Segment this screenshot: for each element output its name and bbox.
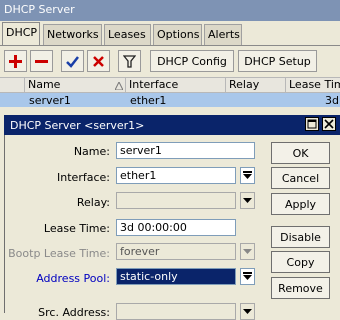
enable-button[interactable] xyxy=(61,50,84,72)
column-label-lease-time: Lease Tim xyxy=(289,78,340,91)
src-address-field[interactable] xyxy=(116,303,236,320)
copy-button[interactable]: Copy xyxy=(271,251,330,273)
column-label-name: Name xyxy=(28,78,61,91)
name-label: Name: xyxy=(73,145,110,158)
interface-label: Interface: xyxy=(57,171,110,184)
chevron-down-icon xyxy=(243,171,252,179)
window-title: DHCP Server xyxy=(0,0,340,21)
filter-icon xyxy=(123,54,136,68)
tab-leases[interactable]: Leases xyxy=(104,24,151,45)
lease-time-label: Lease Time: xyxy=(43,222,110,235)
ok-button[interactable]: OK xyxy=(271,142,330,164)
bootp-lease-time-dropdown[interactable] xyxy=(240,243,255,260)
interface-dropdown[interactable] xyxy=(240,167,255,184)
filter-button[interactable] xyxy=(118,50,141,72)
tab-alerts[interactable]: Alerts xyxy=(204,24,242,45)
apply-button[interactable]: Apply xyxy=(271,193,330,215)
minus-icon xyxy=(35,59,48,63)
lease-time-field[interactable]: 3d 00:00:00 xyxy=(116,219,236,236)
column-marker xyxy=(0,78,25,92)
tab-dhcp[interactable]: DHCP xyxy=(2,22,40,45)
x-icon xyxy=(93,55,104,67)
bootp-lease-time-label: Bootp Lease Time: xyxy=(8,247,110,260)
maximize-button[interactable] xyxy=(305,117,319,131)
sort-arrow-icon xyxy=(114,80,124,93)
remove-button[interactable] xyxy=(30,50,53,72)
column-label-interface: Interface xyxy=(129,78,179,91)
tab-networks[interactable]: Networks xyxy=(43,24,102,45)
close-icon xyxy=(324,119,334,129)
column-header-interface[interactable]: Interface xyxy=(126,78,226,92)
src-address-dropdown[interactable] xyxy=(240,303,255,320)
address-pool-label: Address Pool: xyxy=(36,272,110,285)
add-button[interactable] xyxy=(4,50,27,72)
column-label-relay: Relay xyxy=(229,78,260,91)
close-button[interactable] xyxy=(322,117,336,131)
column-header-relay[interactable]: Relay xyxy=(226,78,286,92)
disable-button[interactable] xyxy=(87,50,110,72)
chevron-down-icon xyxy=(243,272,252,280)
tab-options[interactable]: Options xyxy=(153,24,202,45)
chevron-down-icon xyxy=(243,309,252,314)
plus-icon xyxy=(9,54,22,68)
dhcp-setup-button[interactable]: DHCP Setup xyxy=(238,50,317,72)
bootp-lease-time-field[interactable]: forever xyxy=(116,243,236,260)
checkmark-icon xyxy=(66,55,79,68)
chevron-down-icon xyxy=(243,198,252,203)
remove-button[interactable]: Remove xyxy=(271,277,330,299)
disable-button[interactable]: Disable xyxy=(271,226,330,248)
relay-label: Relay: xyxy=(76,196,110,209)
cell-lease-time: 3d xyxy=(325,94,339,107)
interface-select[interactable]: ether1 xyxy=(116,167,236,184)
chevron-down-icon xyxy=(243,249,252,254)
maximize-icon xyxy=(307,119,317,129)
address-pool-select[interactable]: static-only xyxy=(116,268,236,285)
name-field[interactable]: server1 xyxy=(116,142,255,159)
address-pool-dropdown[interactable] xyxy=(240,268,255,285)
cancel-button[interactable]: Cancel xyxy=(271,167,330,189)
cell-interface: ether1 xyxy=(130,94,167,107)
cell-name: server1 xyxy=(29,94,71,107)
relay-field[interactable] xyxy=(116,192,236,209)
dhcp-config-button[interactable]: DHCP Config xyxy=(150,50,234,72)
tab-divider xyxy=(0,45,340,46)
column-header-name[interactable]: Name xyxy=(25,78,126,92)
relay-dropdown[interactable] xyxy=(240,192,255,209)
dialog-title: DHCP Server <server1> xyxy=(4,115,340,135)
column-header-lease-time[interactable]: Lease Tim xyxy=(286,78,340,92)
